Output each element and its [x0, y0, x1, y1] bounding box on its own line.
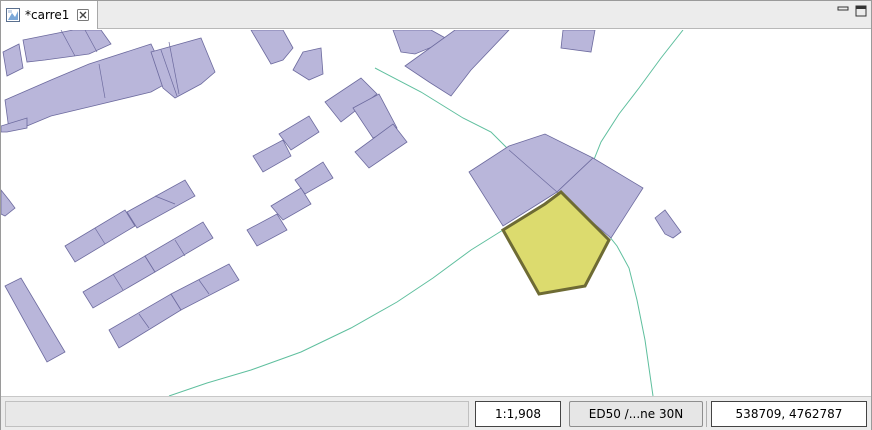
building — [108, 293, 182, 349]
building — [82, 255, 156, 309]
building — [4, 277, 66, 363]
status-bar: 1:1,908 ED50 /...ne 30N 538709, 4762787 — [1, 396, 871, 430]
building — [292, 47, 324, 81]
crs-button[interactable]: ED50 /...ne 30N — [569, 401, 703, 427]
tab-title: *carre1 — [25, 8, 70, 22]
road-line — [168, 229, 504, 396]
maximize-icon[interactable] — [855, 5, 867, 17]
map-editor-window: *carre1 1:1,908 ED50 /...ne 30N 538709, … — [0, 0, 872, 430]
building — [560, 30, 596, 53]
tab-carre1[interactable]: *carre1 — [1, 1, 98, 29]
building — [654, 209, 682, 239]
building — [22, 30, 112, 63]
minimize-icon[interactable] — [837, 5, 849, 17]
coordinates-field: 538709, 4762787 — [711, 401, 867, 427]
status-message — [5, 401, 469, 427]
map-document-icon — [6, 8, 20, 22]
close-icon[interactable] — [77, 9, 90, 21]
editor-tab-bar: *carre1 — [1, 1, 871, 29]
building — [170, 263, 240, 311]
building — [126, 179, 196, 229]
map-svg[interactable] — [1, 30, 871, 396]
building — [246, 213, 288, 247]
scale-field[interactable]: 1:1,908 — [475, 401, 561, 427]
building — [1, 189, 16, 217]
map-canvas[interactable] — [1, 30, 871, 396]
building — [2, 43, 24, 77]
building — [150, 37, 216, 99]
building — [250, 30, 294, 65]
building — [252, 139, 292, 173]
view-controls — [837, 5, 867, 17]
status-separator — [706, 401, 707, 427]
